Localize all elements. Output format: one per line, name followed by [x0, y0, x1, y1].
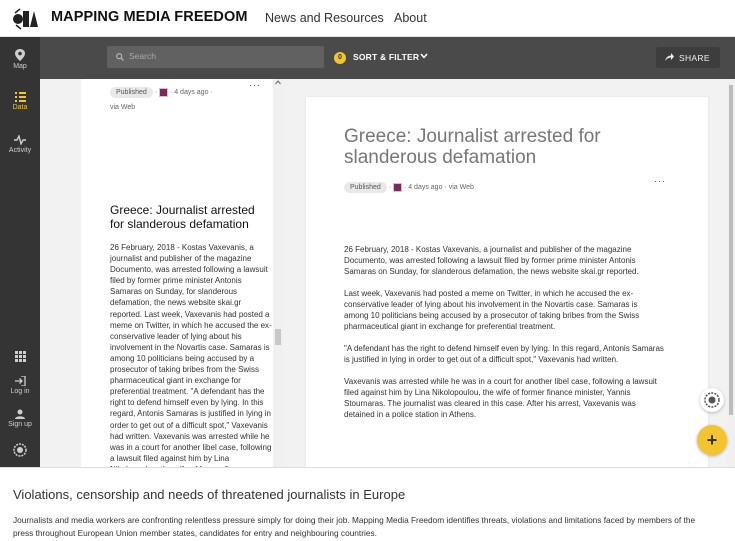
paragraph: Last week, Vaxevanis had posted a meme o…: [344, 289, 640, 331]
filter-count-badge: 0: [334, 52, 346, 64]
paragraph: "A defendant has the right to defend him…: [344, 344, 664, 364]
post-body: 26 February, 2018 - Kostas Vaxevanis, a …: [110, 243, 272, 467]
chevron-down-icon[interactable]: [420, 53, 428, 59]
share-label: SHARE: [679, 53, 710, 63]
footer-text: Journalists and media workers are confro…: [13, 515, 696, 538]
post-detail-title: Greece: Journalist arrested for slandero…: [344, 126, 601, 168]
avatar: [392, 182, 402, 192]
scrollbar-thumb[interactable]: [275, 329, 281, 345]
sidebar-item-apps[interactable]: [0, 351, 40, 364]
sidebar-item-label: Activity: [8, 147, 32, 154]
sidebar-item-label: Log in: [10, 388, 30, 395]
left-scrollbar[interactable]: [273, 79, 283, 467]
data-list-icon: [14, 92, 26, 102]
scrollbar-thumb[interactable]: [729, 85, 733, 415]
add-post-button[interactable]: +: [697, 425, 727, 455]
sidebar: Map Data Activity Log in Sign up: [0, 37, 40, 467]
more-options-icon[interactable]: ···: [249, 80, 261, 91]
post-card[interactable]: Published · · 4 days ago · via Web ··· G…: [81, 79, 277, 467]
paragraph: 26 February, 2018 - Kostas Vaxevanis, a …: [344, 245, 639, 276]
mmf-logo[interactable]: [12, 7, 40, 31]
post-title[interactable]: Greece: Journalist arrested for slandero…: [110, 203, 270, 231]
activity-icon: [14, 135, 26, 145]
top-header: MAPPING MEDIA FREEDOM News and Resources…: [0, 0, 735, 37]
post-detail-body: 26 February, 2018 - Kostas Vaxevanis, a …: [344, 244, 664, 431]
sidebar-item-login[interactable]: Log in: [0, 376, 40, 395]
status-badge: Published: [344, 182, 387, 193]
more-options-icon[interactable]: ···: [654, 176, 666, 187]
status-badge: Published: [110, 87, 153, 98]
search-icon: [116, 53, 124, 61]
nav-news-resources[interactable]: News and Resources: [265, 11, 384, 25]
paragraph: Vaxevanis was arrested while he was in a…: [344, 377, 657, 419]
post-detail-meta: Published · · 4 days ago · via Web: [344, 182, 474, 193]
badge-icon: [13, 443, 27, 457]
sidebar-item-data[interactable]: Data: [0, 91, 40, 111]
sort-filter-button[interactable]: SORT & FILTER: [353, 52, 419, 62]
nav-about[interactable]: About: [394, 11, 427, 25]
post-detail-card: Greece: Journalist arrested for slandero…: [306, 97, 708, 467]
post-time: 4 days ago: [408, 184, 443, 191]
toolbar: Search 0 SORT & FILTER SHARE: [40, 37, 735, 79]
sidebar-item-map[interactable]: Map: [0, 49, 40, 70]
sidebar-item-label: Map: [13, 63, 27, 70]
user-icon: [15, 409, 25, 419]
right-scrollbar[interactable]: [727, 79, 735, 467]
post-meta: Published · · 4 days ago ·: [110, 87, 213, 98]
badge-icon: [704, 392, 720, 408]
badge-widget[interactable]: [700, 388, 724, 412]
post-source: via Web: [110, 104, 136, 111]
share-button[interactable]: SHARE: [656, 47, 720, 68]
sidebar-item-activity[interactable]: Activity: [0, 135, 40, 154]
footer: Violations, censorship and needs of thre…: [0, 467, 735, 541]
sidebar-item-label: Data: [12, 104, 28, 111]
scroll-up-icon[interactable]: [275, 80, 281, 85]
sidebar-item-label: Sign up: [8, 421, 32, 428]
search-placeholder: Search: [129, 51, 156, 61]
search-input[interactable]: Search: [107, 46, 324, 68]
footer-title: Violations, censorship and needs of thre…: [13, 487, 406, 502]
sidebar-item-badge[interactable]: [0, 443, 40, 459]
sidebar-item-signup[interactable]: Sign up: [0, 409, 40, 428]
grid-icon: [14, 351, 26, 362]
brand-title[interactable]: MAPPING MEDIA FREEDOM: [51, 9, 248, 25]
post-source: via Web: [448, 184, 474, 191]
map-pin-icon: [15, 49, 25, 61]
share-icon: [665, 53, 674, 61]
avatar: [158, 87, 168, 97]
post-time: 4 days ago: [174, 89, 209, 96]
login-icon: [14, 376, 26, 386]
